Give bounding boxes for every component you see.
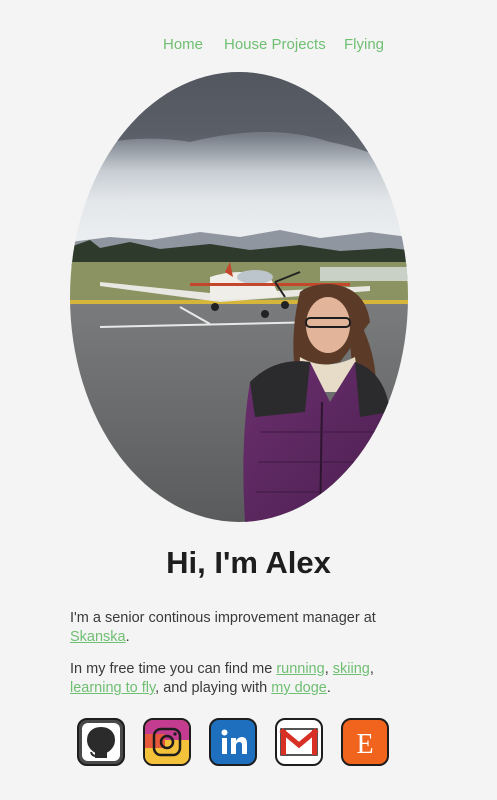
learning-to-fly-link[interactable]: learning to fly [70, 680, 155, 696]
bio-sep-2: , [369, 661, 374, 677]
linkedin-link[interactable] [209, 718, 257, 766]
bio-paragraph-hobbies: In my free time you can find me running,… [70, 660, 400, 698]
hero-photo [70, 72, 408, 522]
social-links: E [0, 718, 497, 770]
bio-paragraph-work: I'm a senior continous improvement manag… [70, 609, 400, 647]
nav-flying-link[interactable]: Flying [344, 36, 384, 53]
my-doge-link[interactable]: my doge [271, 680, 327, 696]
instagram-icon [145, 720, 189, 764]
linkedin-icon [221, 729, 247, 754]
bio-mid: , and playing with [155, 680, 272, 696]
skiing-link[interactable]: skiing [333, 661, 370, 677]
bio-hobbies-end: . [326, 680, 331, 696]
skanska-link[interactable]: Skanska [70, 629, 126, 645]
bio-work-text: I'm a senior continous improvement manag… [70, 610, 376, 626]
gmail-icon [279, 728, 319, 756]
email-link[interactable] [275, 718, 323, 766]
bio-hobbies-text: In my free time you can find me [70, 661, 277, 677]
bio-work-end: . [125, 629, 130, 645]
etsy-link[interactable]: E [341, 718, 389, 766]
etsy-icon: E [356, 729, 373, 760]
bio-sep-1: , [324, 661, 333, 677]
instagram-link[interactable] [143, 718, 191, 766]
top-nav: Home House Projects Flying [0, 36, 497, 56]
running-link[interactable]: running [276, 661, 324, 677]
page-title: Hi, I'm Alex [166, 545, 331, 580]
nav-home-link[interactable]: Home [163, 36, 203, 53]
airplane-runway-photo [70, 72, 408, 522]
nav-house-projects-link[interactable]: House Projects [224, 36, 326, 53]
github-icon [82, 723, 120, 761]
github-link[interactable] [77, 718, 125, 766]
svg-text:E: E [356, 729, 373, 760]
